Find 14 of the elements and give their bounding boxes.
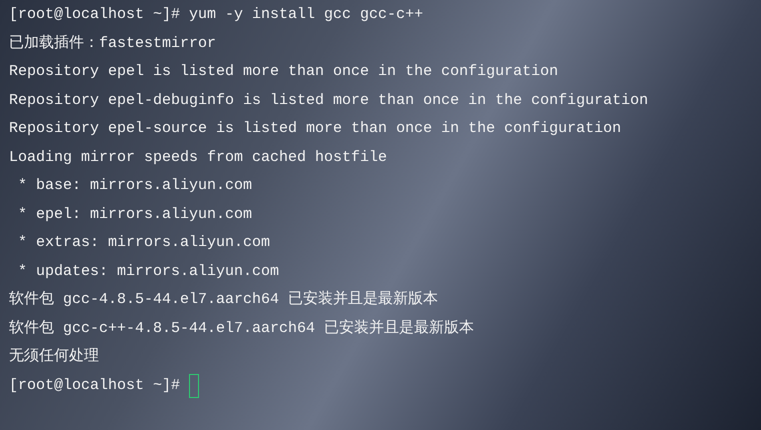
terminal-line: * base: mirrors.aliyun.com [17, 176, 252, 196]
terminal-line: * extras: mirrors.aliyun.com [17, 233, 270, 253]
terminal-line: Repository epel-debuginfo is listed more than once in the configuration [9, 90, 648, 110]
terminal-line: 软件包 gcc-4.8.5-44.el7.aarch64 已安装并且是最新版本 [9, 289, 438, 310]
terminal-line: Repository epel-source is listed more than once in the configuration [9, 119, 622, 139]
terminal-line: 无须任何处理 [9, 346, 99, 367]
terminal-line: * updates: mirrors.aliyun.com [17, 262, 280, 282]
terminal-prompt: [root@localhost ~]# [9, 376, 182, 396]
terminal-line: Repository epel is listed more than once in the configuration [9, 62, 558, 82]
terminal-line: * epel: mirrors.aliyun.com [17, 204, 252, 224]
terminal-line: 软件包 gcc-c++-4.8.5-44.el7.aarch64 已安装并且是最新版本 [9, 318, 474, 338]
terminal-line: 已加载插件：fastestmirror [9, 34, 216, 54]
terminal-line: Loading mirror speeds from cached hostfile [9, 148, 388, 168]
terminal-line: [root@localhost ~]# yum -y install gcc gcc-c++ [9, 5, 424, 25]
